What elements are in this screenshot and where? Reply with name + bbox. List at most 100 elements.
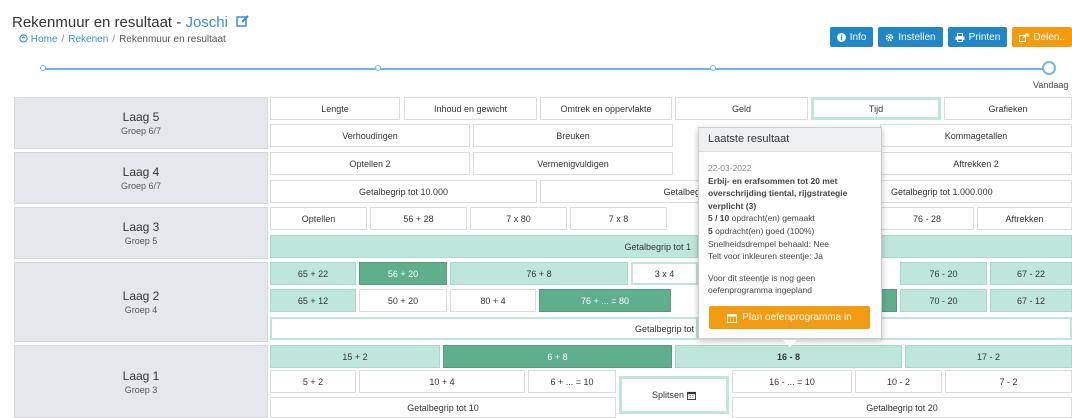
delen-label: Delen.. (1033, 31, 1065, 43)
student-name[interactable]: Joschi (185, 14, 228, 31)
brick[interactable]: Aftrekken 2 (880, 152, 1072, 175)
brick[interactable]: 7 x 80 (470, 207, 567, 230)
breadcrumb-rekenen[interactable]: Rekenen (68, 34, 108, 45)
brick[interactable]: 76 + ... = 80 (539, 289, 671, 312)
brick[interactable]: 7 x 8 (570, 207, 667, 230)
brick[interactable]: 6 + ... = 10 (528, 370, 616, 393)
timeline-dot[interactable] (375, 65, 381, 71)
laag-1-label: Laag 1 Groep 3 (14, 345, 268, 418)
brick[interactable]: Optellen (270, 207, 367, 230)
edit-icon[interactable] (236, 14, 250, 28)
laag-name: Laag 5 (122, 110, 160, 124)
brick[interactable]: Getalbegrip tot (270, 317, 698, 340)
laag-groep: Groep 4 (124, 305, 158, 315)
timeline-track (43, 68, 1046, 70)
popover-title: Laatste resultaat (699, 128, 881, 152)
brick[interactable]: Kommagetallen (880, 124, 1072, 147)
printen-label: Printen (968, 31, 1001, 43)
brick[interactable]: 16 - 8 (675, 345, 902, 368)
brick[interactable]: 76 - 20 (900, 262, 987, 285)
brick[interactable]: 80 + 4 (450, 289, 536, 312)
laag-3-label: Laag 3 Groep 5 (14, 207, 268, 259)
made-count: 5 / 10 (708, 213, 730, 224)
brick[interactable]: Getalbegrip tot 10.000 (270, 180, 537, 203)
laag-name: Laag 1 (122, 368, 160, 383)
laag-name: Laag 2 (122, 289, 160, 303)
result-made: 5 / 10 opdracht(en) gemaakt (708, 212, 872, 225)
brick[interactable]: 76 + 8 (450, 262, 628, 285)
splitsen-label: Splitsen (651, 390, 685, 400)
brick[interactable]: 65 + 22 (270, 262, 356, 285)
brick[interactable]: Lengte (270, 97, 400, 120)
laag-groep: Groep 5 (124, 236, 158, 246)
delen-button[interactable]: Delen.. (1012, 27, 1072, 47)
brick[interactable]: 56 + 28 (370, 207, 467, 230)
home-icon[interactable] (19, 34, 28, 43)
breadcrumb-sep: / (61, 34, 65, 45)
share-icon (1019, 33, 1029, 42)
brick[interactable]: 6 + 8 (443, 345, 672, 368)
brick[interactable]: 70 - 20 (900, 289, 987, 312)
brick[interactable]: 16 - ... = 10 (732, 370, 852, 393)
brick[interactable]: Getalbegrip tot 10 (270, 397, 616, 418)
laag-groep: Groep 3 (124, 384, 158, 395)
brick[interactable]: 10 - 2 (855, 370, 942, 393)
result-popover: Laatste resultaat 22-03-2022 Erbij- en e… (698, 127, 882, 347)
brick[interactable]: 7 - 2 (945, 370, 1072, 393)
brick[interactable]: Vermenigvuldigen (473, 152, 673, 175)
brick-splitsen[interactable]: Splitsen (619, 376, 729, 414)
brick[interactable]: 67 - 12 (990, 289, 1072, 312)
brick[interactable]: Optellen 2 (270, 152, 470, 175)
laag-5-label: Laag 5 Groep 6/7 (14, 97, 268, 149)
brick[interactable]: 15 + 2 (270, 345, 440, 368)
brick[interactable] (880, 317, 1072, 340)
breadcrumb-sep: / (112, 34, 116, 45)
breadcrumb-home[interactable]: Home (31, 34, 58, 45)
brick[interactable]: 65 + 12 (270, 289, 356, 312)
brick[interactable]: 56 + 20 (359, 262, 447, 285)
good-text: opdracht(en) goed (100%) (715, 225, 815, 236)
timeline-handle[interactable] (1042, 61, 1056, 75)
brick[interactable]: Geld (675, 97, 808, 120)
brick[interactable]: Grafieken (944, 97, 1072, 120)
toolbar: Info Instellen Printen Delen.. (829, 27, 1072, 47)
page: Rekenmuur en resultaat - Joschi Home / Rek… (0, 0, 1072, 418)
popover-arrow (783, 340, 797, 347)
brick[interactable]: Getalbegrip tot 1.000.000 (880, 180, 1072, 203)
plan-program-button[interactable]: Plan oefenprogramma in (709, 306, 870, 329)
breadcrumb-current: Rekenmuur en resultaat (119, 34, 226, 45)
info-button[interactable]: Info (829, 27, 874, 47)
brick[interactable]: 67 - 22 (990, 262, 1072, 285)
brick[interactable]: 17 - 2 (905, 345, 1072, 368)
printen-button[interactable]: Printen (947, 27, 1008, 47)
result-good: 5 opdracht(en) goed (100%) (708, 225, 872, 238)
brick[interactable]: Getalbegrip tot 1 (270, 235, 698, 258)
no-program-note: Voor dit steentje is nog geen oefenprogr… (708, 272, 816, 296)
print-icon (955, 32, 965, 42)
info-icon (836, 32, 846, 42)
brick[interactable]: 10 + 4 (359, 370, 525, 393)
timeline-today-label: Vandaag (1033, 80, 1069, 90)
timeline-dot[interactable] (710, 65, 716, 71)
instellen-button[interactable]: Instellen (878, 27, 943, 47)
brick[interactable]: Omtrek en oppervlakte (540, 97, 672, 120)
info-label: Info (849, 31, 867, 43)
brick-selected[interactable]: Tijd (811, 97, 941, 120)
brick[interactable]: 76 - 28 (880, 207, 974, 230)
brick[interactable]: Inhoud en gewicht (404, 97, 537, 120)
laag-name: Laag 4 (122, 165, 160, 179)
brick[interactable]: 3 x 4 (631, 262, 698, 285)
result-speed: Snelheidsdrempel behaald: Nee (708, 238, 829, 249)
brick[interactable]: 5 + 2 (270, 370, 356, 393)
calendar-icon (727, 313, 738, 323)
page-title: Rekenmuur en resultaat - Joschi (12, 14, 250, 31)
timeline-dot[interactable] (40, 65, 46, 71)
brick[interactable]: 50 + 20 (359, 289, 447, 312)
brick[interactable]: Breuken (473, 124, 673, 147)
brick[interactable]: Verhoudingen (270, 124, 470, 147)
brick[interactable]: Aftrekken (977, 207, 1072, 230)
brick[interactable] (880, 235, 1072, 258)
made-text: opdracht(en) gemaakt (731, 213, 815, 224)
result-exercise: Erbij- en erafsommen tot 20 met overschr… (708, 175, 848, 211)
brick[interactable]: Getalbegrip tot 20 (732, 397, 1072, 418)
